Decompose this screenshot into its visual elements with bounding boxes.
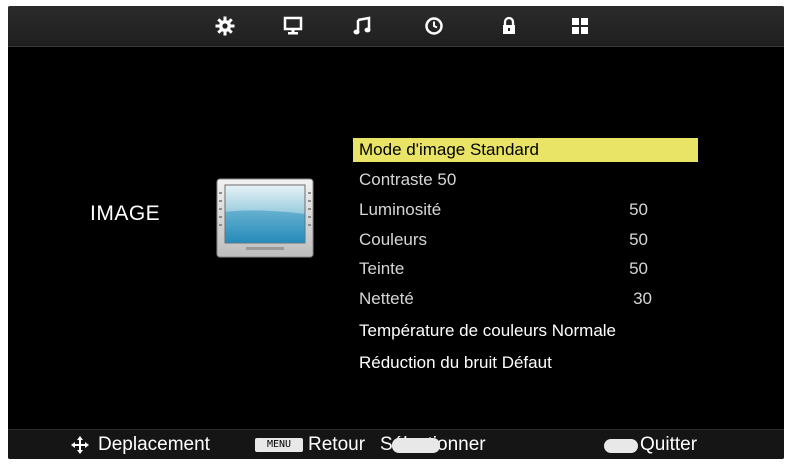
menu-item-brightness[interactable]: Luminosité 50	[353, 198, 698, 222]
grid-icon[interactable]	[568, 14, 592, 38]
back-hint-label: Retour	[308, 434, 366, 455]
exit-key-icon	[604, 439, 638, 453]
menu-item-label: Teinte	[359, 259, 405, 278]
music-note-icon[interactable]	[350, 14, 374, 38]
menu-item-contrast[interactable]: Contraste 50	[353, 168, 698, 192]
tv-screen-icon	[216, 178, 314, 258]
menu-item-label: Luminosité	[359, 200, 442, 219]
menu-item-value: 50	[629, 259, 648, 278]
menu-item-value: 50	[629, 230, 648, 249]
section-title: IMAGE	[90, 202, 161, 225]
menu-item-label: Netteté	[359, 289, 414, 308]
menu-item-value: 30	[633, 289, 652, 308]
lock-icon[interactable]	[497, 14, 521, 38]
menu-item-noise-reduction[interactable]: Réduction du bruit Défaut	[353, 351, 698, 375]
menu-item-color[interactable]: Couleurs 50	[353, 228, 698, 252]
menu-item-label: Couleurs	[359, 230, 428, 249]
menu-key-icon: MENU	[255, 438, 303, 452]
menu-item-label: Mode d'image Standard	[359, 140, 539, 159]
tv-osd-screen: IMAGE Mode d'image Standard Contraste 50…	[8, 6, 784, 459]
clock-icon[interactable]	[422, 14, 446, 38]
menu-item-label: Réduction du bruit Défaut	[359, 353, 552, 372]
move-hint-label: Deplacement	[98, 434, 210, 455]
menu-item-value: 50	[629, 200, 648, 219]
menu-item-sharpness[interactable]: Netteté 30	[353, 287, 698, 311]
category-bar	[8, 6, 784, 47]
menu-item-picture-mode[interactable]: Mode d'image Standard	[353, 138, 698, 162]
menu-item-label: Température de couleurs Normale	[359, 321, 617, 340]
hint-bar: Deplacement MENU Retour Sélectionner Qui…	[8, 429, 784, 459]
menu-item-tint[interactable]: Teinte 50	[353, 257, 698, 281]
gear-icon[interactable]	[213, 14, 237, 38]
ok-key-icon	[392, 438, 440, 453]
exit-hint-label: Quitter	[640, 434, 698, 455]
menu-item-label: Contraste 50	[359, 170, 457, 189]
menu-item-color-temperature[interactable]: Température de couleurs Normale	[353, 319, 698, 343]
move-arrows-icon	[70, 435, 90, 459]
monitor-icon[interactable]	[281, 14, 305, 38]
